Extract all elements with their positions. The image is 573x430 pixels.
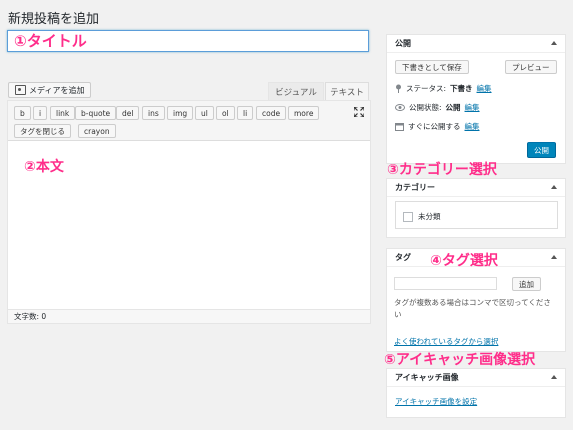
quicktag-ol[interactable]: ol bbox=[216, 106, 235, 120]
quicktags-toolbar: b i link b-quote del ins img ul ol li co… bbox=[8, 101, 370, 141]
add-media-button[interactable]: メディアを追加 bbox=[8, 82, 92, 98]
schedule-row: すぐに公開する 編集 bbox=[395, 121, 480, 132]
tag-heading: タグ bbox=[395, 253, 411, 262]
quicktag-code[interactable]: code bbox=[256, 106, 287, 120]
quicktag-link[interactable]: link bbox=[50, 106, 76, 120]
collapse-arrow-icon[interactable] bbox=[551, 41, 557, 45]
category-box: カテゴリー 未分類 bbox=[386, 178, 566, 238]
publish-box-heading: 公開 bbox=[387, 35, 565, 53]
category-heading: カテゴリー bbox=[395, 183, 435, 192]
quicktag-close-tags[interactable]: タグを閉じる bbox=[14, 124, 71, 138]
tag-annotation: ④タグ選択 bbox=[430, 253, 498, 269]
thumbnail-heading: アイキャッチ画像 bbox=[395, 373, 459, 382]
thumbnail-annotation: ⑤アイキャッチ画像選択 bbox=[384, 352, 536, 368]
thumbnail-box-heading: アイキャッチ画像 bbox=[387, 369, 565, 387]
fullscreen-icon[interactable] bbox=[354, 107, 364, 117]
quicktag-i[interactable]: i bbox=[33, 106, 48, 120]
visibility-value: 公開 bbox=[445, 103, 461, 112]
category-item-label: 未分類 bbox=[418, 212, 441, 221]
category-box-heading: カテゴリー bbox=[387, 179, 565, 197]
post-title-input[interactable] bbox=[8, 31, 368, 51]
category-checkbox[interactable] bbox=[403, 211, 413, 222]
body-annotation: ②本文 bbox=[24, 159, 64, 175]
post-editor[interactable]: b i link b-quote del ins img ul ol li co… bbox=[7, 100, 371, 324]
collapse-arrow-icon[interactable] bbox=[551, 375, 557, 379]
pin-icon bbox=[396, 84, 401, 93]
eye-icon bbox=[395, 104, 405, 111]
quicktag-ul[interactable]: ul bbox=[195, 106, 214, 120]
tag-input[interactable] bbox=[394, 277, 497, 290]
calendar-icon bbox=[395, 123, 404, 131]
page-title: 新規投稿を追加 bbox=[8, 12, 100, 27]
choose-tags-link[interactable]: よく使われているタグから選択 bbox=[394, 336, 498, 347]
collapse-arrow-icon[interactable] bbox=[551, 255, 557, 259]
status-row: ステータス: 下書き 編集 bbox=[395, 83, 492, 94]
category-item[interactable]: 未分類 bbox=[403, 211, 441, 222]
publish-box: 公開 下書きとして保存 プレビュー ステータス: 下書き 編集 公開状態: 公開… bbox=[386, 34, 566, 164]
visibility-row: 公開状態: 公開 編集 bbox=[395, 102, 480, 113]
quicktag-img[interactable]: img bbox=[167, 106, 194, 120]
word-count: 文字数: 0 bbox=[8, 309, 370, 323]
thumbnail-box: アイキャッチ画像 アイキャッチ画像を設定 bbox=[386, 368, 566, 418]
add-media-label: メディアを追加 bbox=[29, 85, 85, 95]
schedule-edit-link[interactable]: 編集 bbox=[465, 121, 480, 132]
publish-button[interactable]: 公開 bbox=[527, 142, 556, 158]
set-thumbnail-link[interactable]: アイキャッチ画像を設定 bbox=[395, 396, 477, 407]
save-draft-button[interactable]: 下書きとして保存 bbox=[395, 60, 469, 74]
visibility-label: 公開状態: bbox=[409, 103, 442, 112]
add-tag-button[interactable]: 追加 bbox=[512, 277, 541, 291]
quicktag-li[interactable]: li bbox=[237, 106, 254, 120]
category-annotation: ③カテゴリー選択 bbox=[387, 162, 497, 178]
status-label: ステータス: bbox=[406, 84, 447, 93]
tag-help-text: タグが複数ある場合はコンマで区切ってください bbox=[394, 298, 551, 319]
visibility-edit-link[interactable]: 編集 bbox=[465, 102, 480, 113]
quicktag-b-quote[interactable]: b-quote bbox=[75, 106, 117, 120]
category-list: 未分類 bbox=[395, 201, 558, 229]
quicktag-more[interactable]: more bbox=[288, 106, 320, 120]
quicktag-crayon[interactable]: crayon bbox=[78, 124, 116, 138]
status-edit-link[interactable]: 編集 bbox=[477, 83, 492, 94]
tab-visual[interactable]: ビジュアル bbox=[268, 82, 324, 100]
collapse-arrow-icon[interactable] bbox=[551, 185, 557, 189]
tab-text[interactable]: テキスト bbox=[325, 82, 369, 100]
quicktag-ins[interactable]: ins bbox=[142, 106, 165, 120]
publish-heading: 公開 bbox=[395, 39, 411, 48]
quicktag-del[interactable]: del bbox=[116, 106, 140, 120]
preview-button[interactable]: プレビュー bbox=[505, 60, 557, 74]
media-icon bbox=[15, 85, 26, 95]
post-title-field[interactable] bbox=[7, 30, 369, 52]
schedule-label: すぐに公開する bbox=[408, 122, 461, 131]
status-value: 下書き bbox=[450, 84, 473, 93]
quicktag-b[interactable]: b bbox=[14, 106, 31, 120]
